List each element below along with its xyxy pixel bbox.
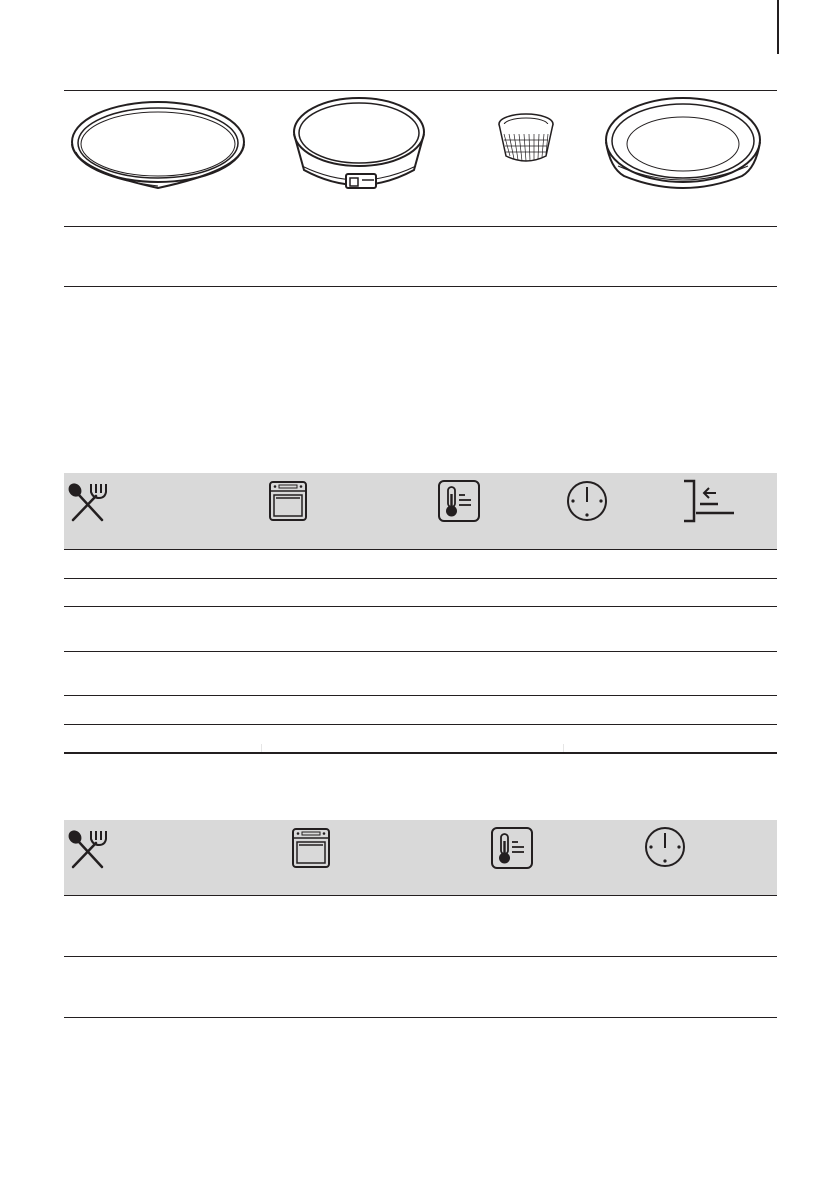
springform-tin-icon [293,97,425,189]
oven-icon [269,481,307,521]
table-1-header [64,473,777,549]
table-1-row-rule [64,695,777,696]
table-1-row-rule [64,651,777,652]
table-2-bottom-rule [64,1017,777,1018]
table-1-row-rule [64,724,777,725]
thermometer-icon [491,827,533,869]
cutlery-icon [68,483,107,522]
clock-icon [645,827,685,867]
table-1-row-rule [64,578,777,579]
deep-round-dish-icon [605,97,761,189]
clock-icon [567,481,607,521]
table-1-column-divider [261,744,262,752]
bakeware-row-rule [64,226,777,227]
shallow-round-tin-icon [71,101,245,190]
oven-icon [292,828,330,868]
shelf-level-icon [684,479,734,523]
table-1-row-rule [64,549,777,550]
bakeware-top-rule [64,90,777,91]
ramekin-icon [498,113,554,162]
table-1-bottom-rule [64,752,777,754]
table-1-row-rule [64,606,777,607]
cutlery-icon [68,830,107,869]
margin-bar [777,0,779,54]
bakeware-bottom-rule [64,286,777,287]
table-2-row-rule [64,956,777,957]
thermometer-icon [438,480,480,522]
table-2-row-rule [64,895,777,896]
table-1-column-divider [563,744,564,752]
